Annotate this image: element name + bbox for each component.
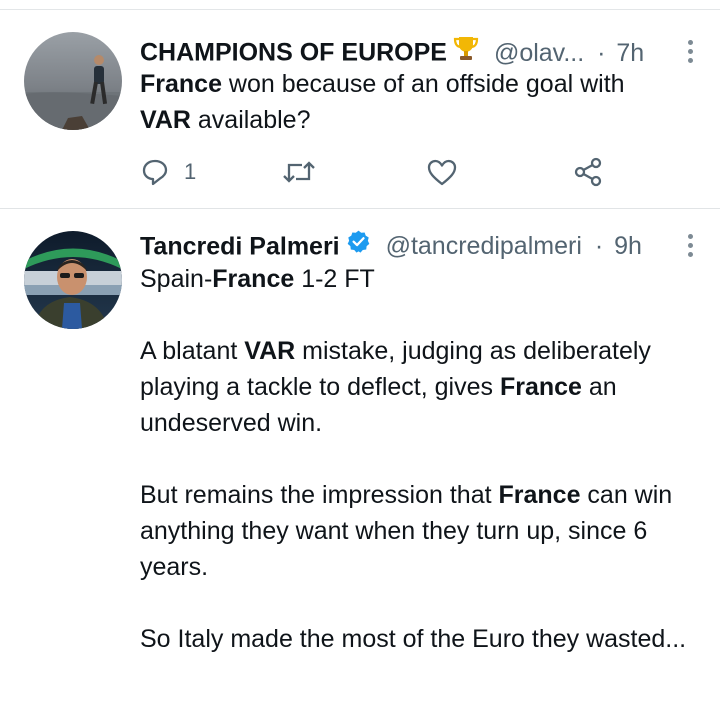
tweet-2[interactable]: Tancredi Palmeri @tancredipalmeri · 9h S…	[0, 210, 720, 709]
retweet-button[interactable]	[282, 152, 316, 192]
bold-text: VAR	[140, 106, 191, 134]
text-segment: Spain-	[140, 265, 213, 293]
bold-text: France	[212, 265, 295, 293]
bold-text: France	[498, 481, 581, 509]
separator-dot: ·	[594, 232, 604, 261]
reply-count: 1	[184, 159, 197, 184]
tweet-actions: 1	[140, 152, 620, 192]
verified-badge-icon	[346, 229, 371, 263]
avatar[interactable]	[24, 231, 122, 329]
tweet-header: Tancredi Palmeri @tancredipalmeri · 9h	[140, 228, 700, 262]
share-icon	[574, 157, 602, 187]
text-segment: A blatant	[140, 337, 245, 365]
share-button[interactable]	[572, 152, 604, 192]
avatar[interactable]	[24, 32, 122, 130]
heart-icon	[427, 159, 457, 186]
user-handle[interactable]: @olav...	[494, 39, 584, 67]
display-name[interactable]: CHAMPIONS OF EUROPE	[140, 39, 447, 67]
user-handle[interactable]: @tancredipalmeri	[386, 232, 582, 260]
more-options-icon[interactable]	[680, 38, 700, 64]
paragraph: A blatant VAR mistake, judging as delibe…	[140, 333, 696, 441]
timestamp[interactable]: 7h	[616, 39, 644, 67]
reply-button[interactable]: 1	[140, 152, 196, 192]
bold-text: France	[499, 373, 582, 401]
bold-text: VAR	[244, 337, 296, 365]
text-segment: won because of an offside goal with	[221, 70, 625, 98]
text-segment: 1-2 FT	[294, 265, 375, 293]
reply-icon	[142, 159, 168, 186]
display-name[interactable]: Tancredi Palmeri	[140, 232, 340, 260]
score-line: Spain-France 1-2 FT	[140, 261, 696, 297]
bold-text: France	[140, 70, 222, 98]
tweet-text: France won because of an offside goal wi…	[140, 66, 696, 138]
separator-dot: ·	[597, 38, 606, 67]
like-button[interactable]	[426, 152, 458, 192]
avatar-image	[24, 32, 122, 130]
paragraph: But remains the impression that France c…	[140, 477, 696, 585]
timestamp[interactable]: 9h	[614, 232, 642, 260]
tweet-1[interactable]: CHAMPIONS OF EUROPE @olav... · 7h France…	[0, 10, 720, 209]
text-segment: So Italy made the most of the Euro they …	[140, 625, 687, 653]
tweet-header: CHAMPIONS OF EUROPE @olav... · 7h	[140, 34, 700, 68]
tweet-text: Spain-France 1-2 FT A blatant VAR mistak…	[140, 261, 696, 657]
text-segment: available?	[190, 106, 311, 134]
retweet-icon	[283, 161, 315, 183]
more-options-icon[interactable]	[680, 232, 700, 258]
text-segment: But remains the impression that	[140, 481, 499, 509]
avatar-image	[24, 231, 122, 329]
paragraph: So Italy made the most of the Euro they …	[140, 621, 696, 657]
